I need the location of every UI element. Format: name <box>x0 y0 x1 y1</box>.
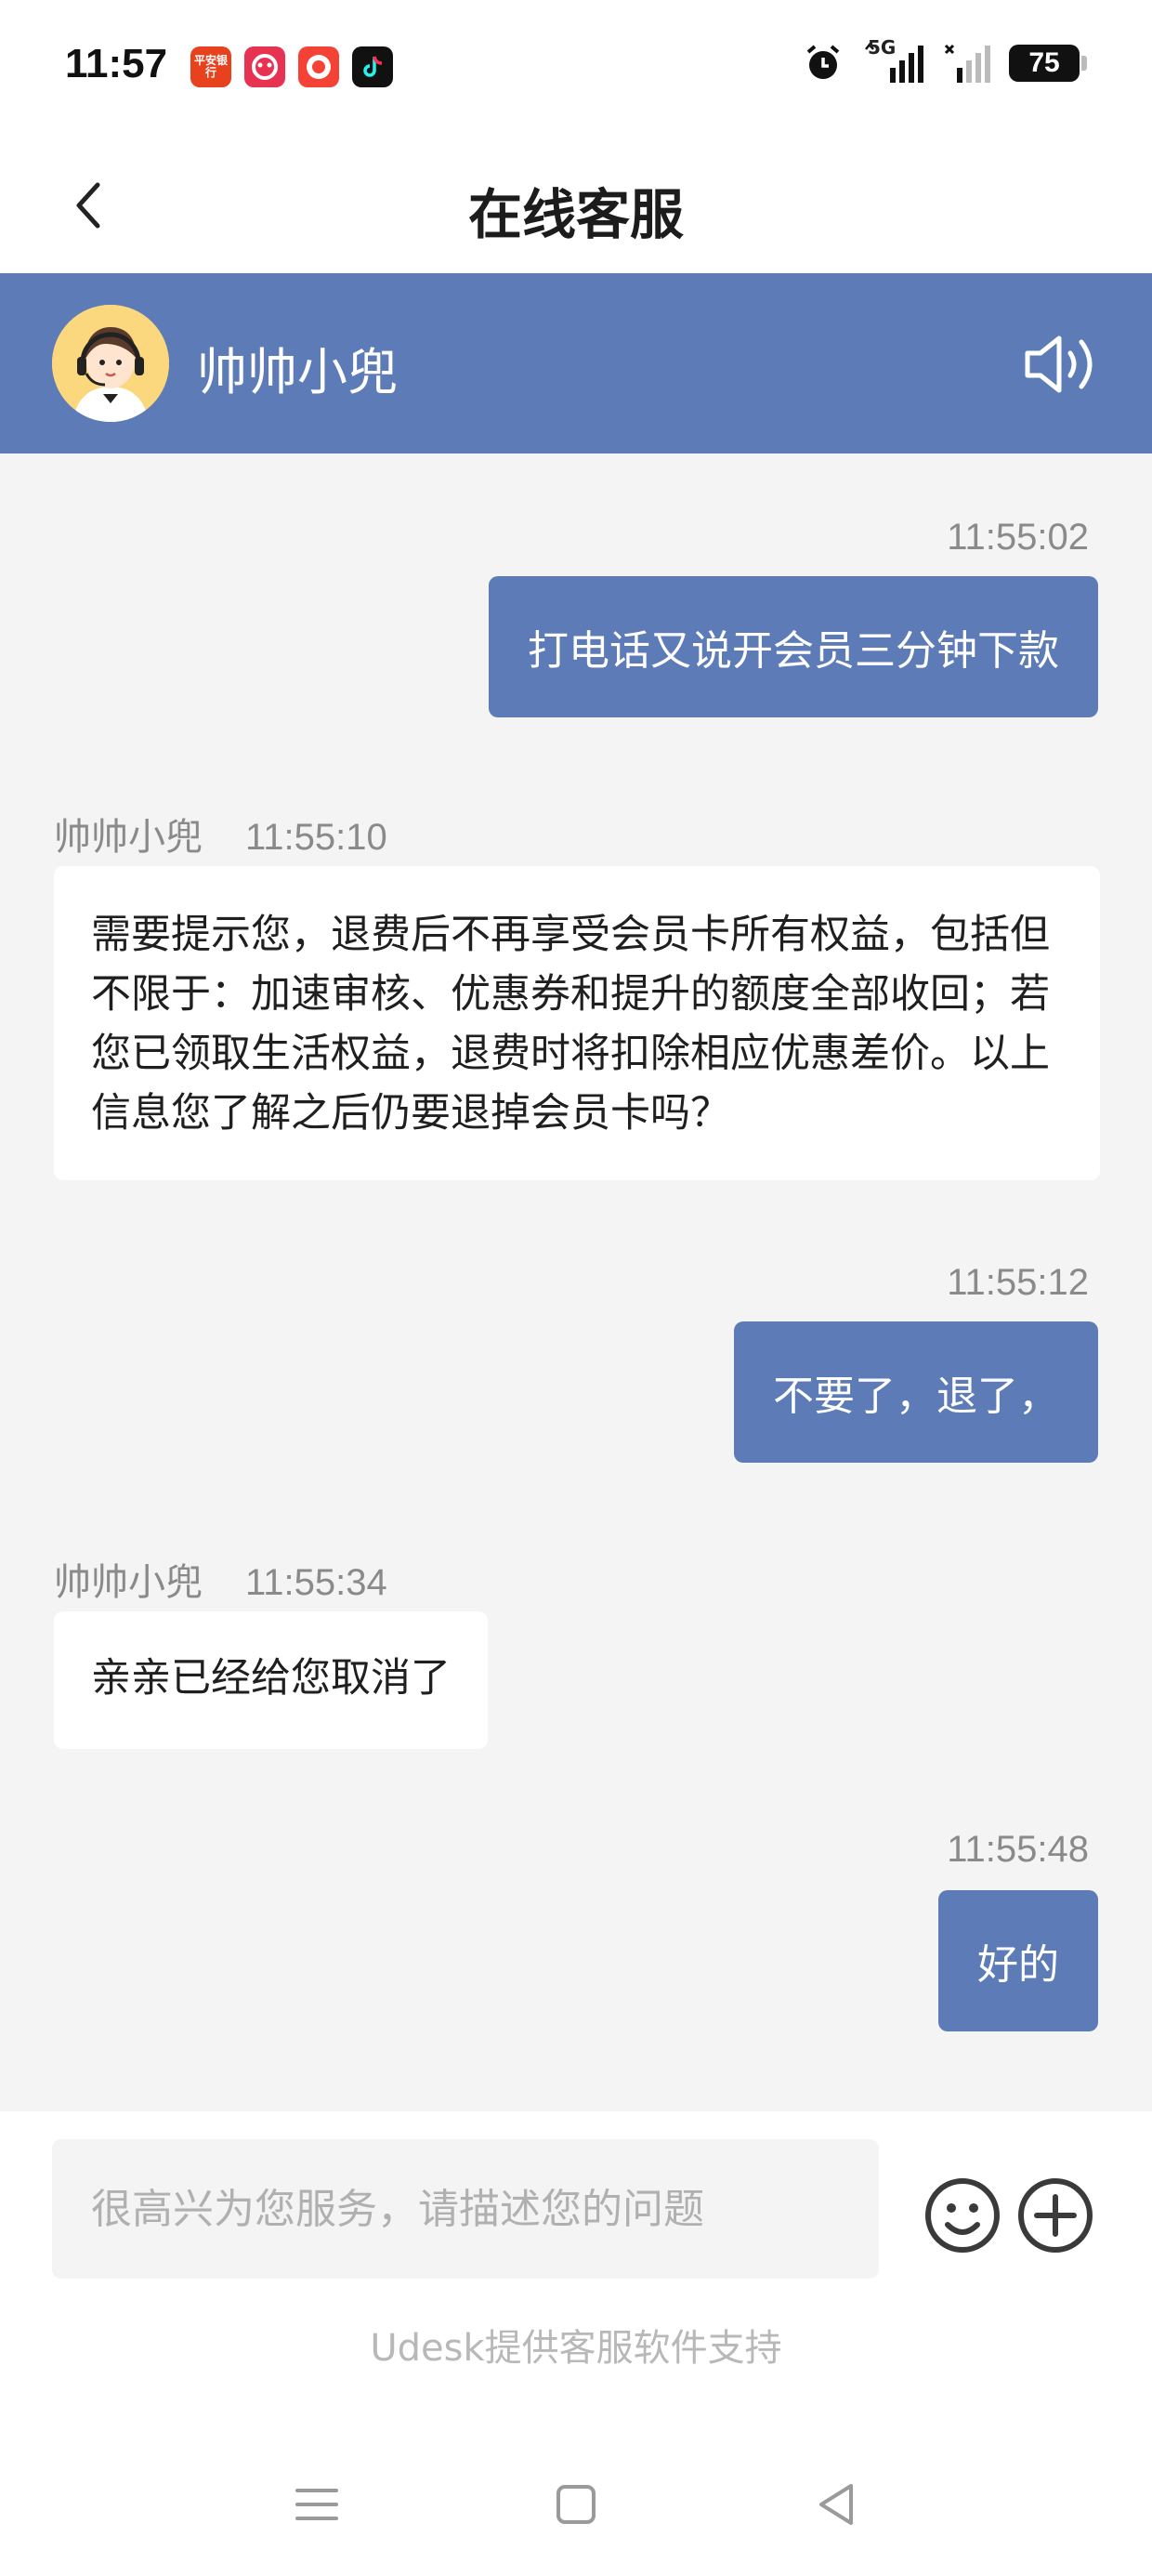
back-nav-button[interactable] <box>805 2472 870 2537</box>
agent-avatar <box>52 305 169 422</box>
plus-circle-icon <box>1018 2178 1093 2253</box>
status-right-cluster: 5G 75 <box>801 36 1087 85</box>
notification-app-icons: 平安银行 <box>190 46 393 87</box>
pingan-bank-icon: 平安银行 <box>190 46 231 87</box>
message-sender: 帅帅小兜 <box>54 816 203 859</box>
smiley-icon <box>925 2178 1000 2253</box>
network-type-label: 5G <box>868 36 897 59</box>
message-timestamp: 11:55:02 <box>947 517 1089 558</box>
signal-5g-icon: 5G <box>862 36 927 85</box>
message-text: 打电话又说开会员三分钟下款 <box>528 627 1059 675</box>
emoji-button[interactable] <box>923 2176 1001 2254</box>
alarm-icon <box>806 45 840 79</box>
support-agent-icon <box>52 305 169 422</box>
powered-by-text: Udesk提供客服软件支持 <box>370 2327 782 2370</box>
battery-level: 75 <box>1028 47 1060 78</box>
message-timestamp: 11:55:48 <box>947 1829 1089 1870</box>
user-message-bubble[interactable]: 好的 <box>938 1890 1098 2031</box>
agent-message-meta: 帅帅小兜 11:55:34 <box>54 1552 387 1606</box>
title-bar: 在线客服 <box>0 139 1152 273</box>
status-time: 11:57 <box>65 41 168 86</box>
tiktok-icon <box>352 46 393 87</box>
signal-weak-icon <box>944 44 990 83</box>
agent-message-meta: 帅帅小兜 11:55:10 <box>54 807 387 861</box>
sound-toggle-button[interactable] <box>1022 329 1100 400</box>
system-nav-bar <box>0 2453 1152 2576</box>
status-bar: 11:57 平安银行 5G 75 <box>0 0 1152 139</box>
user-message-bubble[interactable]: 不要了，退了， <box>734 1321 1098 1463</box>
agent-name: 帅帅小兜 <box>197 343 398 401</box>
agent-message-bubble[interactable]: 亲亲已经给您取消了 <box>54 1611 488 1749</box>
message-timestamp: 11:55:12 <box>947 1262 1089 1303</box>
message-text: 亲亲已经给您取消了 <box>91 1655 451 1702</box>
home-nav-button[interactable] <box>543 2472 609 2537</box>
message-text: 不要了，退了， <box>773 1373 1059 1420</box>
message-sender: 帅帅小兜 <box>54 1561 203 1604</box>
message-text: 需要提示您，退费后不再享受会员卡所有权益，包括但不限于：加速审核、优惠券和提升的… <box>91 912 1050 1137</box>
message-input[interactable] <box>52 2139 879 2279</box>
menu-icon <box>295 2489 338 2520</box>
pingan-bank-icon-label: 平安银行 <box>193 54 228 79</box>
square-home-icon <box>556 2485 596 2524</box>
agent-message-bubble[interactable]: 需要提示您，退费后不再享受会员卡所有权益，包括但不限于：加速审核、优惠券和提升的… <box>54 866 1100 1180</box>
battery-icon: 75 <box>1009 45 1087 82</box>
message-timestamp: 11:55:10 <box>245 817 387 858</box>
chat-page: 11:57 平安银行 5G 75 在线客服 帅帅小兜 11:55:02 打电话又… <box>0 0 1152 2576</box>
message-timestamp: 11:55:34 <box>245 1562 387 1603</box>
triangle-back-icon <box>819 2484 853 2525</box>
agent-header: 帅帅小兜 <box>0 273 1152 453</box>
page-title: 在线客服 <box>467 183 684 246</box>
tmall-icon <box>244 46 285 87</box>
menu-nav-button[interactable] <box>284 2472 349 2537</box>
message-text: 好的 <box>977 1941 1059 1989</box>
user-message-bubble[interactable]: 打电话又说开会员三分钟下款 <box>489 576 1098 717</box>
pinduoduo-icon <box>298 46 339 87</box>
add-attachment-button[interactable] <box>1016 2176 1094 2254</box>
speaker-icon <box>1025 335 1093 393</box>
